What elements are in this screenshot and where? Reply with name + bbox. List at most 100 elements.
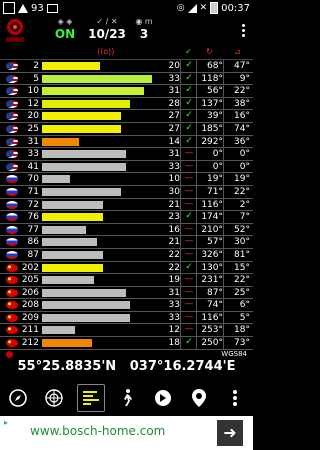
snr-bar	[42, 263, 103, 272]
column-divider	[196, 324, 197, 337]
elevation-value: 6°	[239, 300, 250, 311]
satellite-row: 12 28 ✓ 137° 38°	[0, 97, 253, 111]
accuracy-value: 3	[139, 27, 149, 41]
flag-us-icon	[6, 74, 18, 83]
bottom-toolbar	[0, 384, 253, 412]
snr-bar	[42, 238, 97, 247]
compass-button[interactable]	[5, 385, 31, 411]
column-divider	[223, 311, 224, 324]
column-divider	[196, 274, 197, 286]
satellite-prn: 202	[21, 262, 39, 273]
elevation-value: 36°	[234, 136, 250, 147]
elevation-value: 15°	[234, 262, 250, 273]
snr-bar-track	[42, 276, 167, 285]
column-divider	[180, 110, 181, 122]
in-fix-icon: ✓	[185, 337, 193, 348]
fix-header-icon: ✓	[185, 47, 192, 56]
column-divider	[223, 324, 224, 337]
column-divider	[223, 223, 224, 236]
satellite-prn: 86	[27, 237, 39, 248]
satellite-prn: 10	[27, 86, 39, 97]
satellite-prn: 208	[21, 300, 39, 311]
signal-bars-button[interactable]	[76, 384, 105, 412]
satellite-row: 87 22 — 326° 81°	[0, 248, 253, 262]
signal-bars-icon	[82, 391, 99, 405]
snr-bar-track	[42, 62, 167, 70]
flag-cn-icon	[6, 313, 18, 322]
snr-value: 20	[168, 61, 180, 71]
ad-open-button[interactable]: ➜	[217, 420, 243, 446]
not-in-fix-icon: —	[184, 173, 194, 184]
signal-header: ((o))	[97, 47, 115, 56]
snr-value: 14	[168, 136, 180, 147]
azimuth-value: 118°	[201, 73, 223, 84]
snr-bar	[42, 150, 126, 159]
walk-button[interactable]	[114, 385, 140, 411]
column-divider	[180, 337, 181, 349]
column-divider	[196, 286, 197, 299]
flag-ru-icon	[6, 200, 18, 209]
column-divider	[196, 223, 197, 236]
column-divider	[180, 299, 181, 311]
map-pin-button[interactable]	[186, 385, 212, 411]
snr-bar-track	[42, 250, 167, 259]
elevation-value: 52°	[234, 224, 250, 235]
column-divider	[223, 337, 224, 349]
in-fix-icon: ✓	[185, 211, 193, 222]
column-divider	[223, 135, 224, 148]
snr-value: 21	[168, 199, 180, 210]
elevation-value: 73°	[234, 338, 250, 349]
column-divider	[223, 173, 224, 185]
snr-value: 16	[168, 224, 180, 235]
snr-bar	[42, 137, 80, 146]
snr-value: 22	[168, 249, 180, 260]
overflow-menu-button[interactable]	[239, 18, 247, 42]
satellite-row: 25 27 ✓ 185° 74°	[0, 122, 253, 136]
ad-info-icon[interactable]: ▸	[4, 418, 8, 427]
satellite-prn: 25	[27, 123, 39, 134]
satellite-row: 209 33 — 116° 5°	[0, 311, 253, 325]
elevation-value: 25°	[234, 287, 250, 298]
column-divider	[196, 148, 197, 160]
snr-bar	[42, 62, 101, 70]
column-divider	[196, 173, 197, 185]
ad-url[interactable]: www.bosch-home.com	[30, 424, 165, 438]
ad-banner[interactable]: ▸ www.bosch-home.com ➜	[0, 416, 253, 450]
flag-us-icon	[6, 162, 18, 171]
in-fix-icon: ✓	[185, 261, 193, 272]
column-divider	[180, 248, 181, 261]
elevation-value: 22°	[234, 275, 250, 286]
snr-bar-track	[42, 87, 167, 96]
column-divider	[196, 198, 197, 211]
satellite-header-icon: ◈ ◈	[57, 17, 73, 26]
azimuth-value: 231°	[201, 275, 223, 286]
column-divider	[180, 261, 181, 274]
azimuth-value: 185°	[201, 123, 223, 134]
snr-value: 12	[168, 325, 180, 336]
radar-button[interactable]	[41, 385, 67, 411]
flag-cn-icon	[6, 339, 18, 348]
status-bar: 93 ◎ ✕ 00:37	[0, 0, 253, 17]
azimuth-value: 0°	[212, 161, 223, 172]
elevation-value: 47°	[234, 61, 250, 71]
elevation-value: 7°	[239, 212, 250, 223]
snr-value: 28	[168, 98, 180, 109]
column-divider	[180, 60, 181, 72]
satellite-row: 72 21 — 116° 2°	[0, 198, 253, 212]
target-button[interactable]	[150, 385, 176, 411]
azimuth-value: 71°	[207, 186, 223, 197]
walking-icon	[124, 389, 133, 406]
datum-label: WGS84	[221, 350, 247, 358]
column-divider	[196, 110, 197, 122]
elevation-value: 0°	[239, 149, 250, 160]
satellite-prn: 20	[27, 111, 39, 122]
snr-value: 27	[168, 111, 180, 122]
snr-bar	[42, 200, 103, 209]
snr-value: 33	[168, 300, 180, 311]
more-options-button[interactable]	[222, 385, 248, 411]
flag-cn-icon	[6, 263, 18, 272]
flag-us-icon	[6, 150, 18, 159]
column-divider	[223, 236, 224, 248]
column-divider	[180, 173, 181, 185]
column-divider	[223, 85, 224, 97]
